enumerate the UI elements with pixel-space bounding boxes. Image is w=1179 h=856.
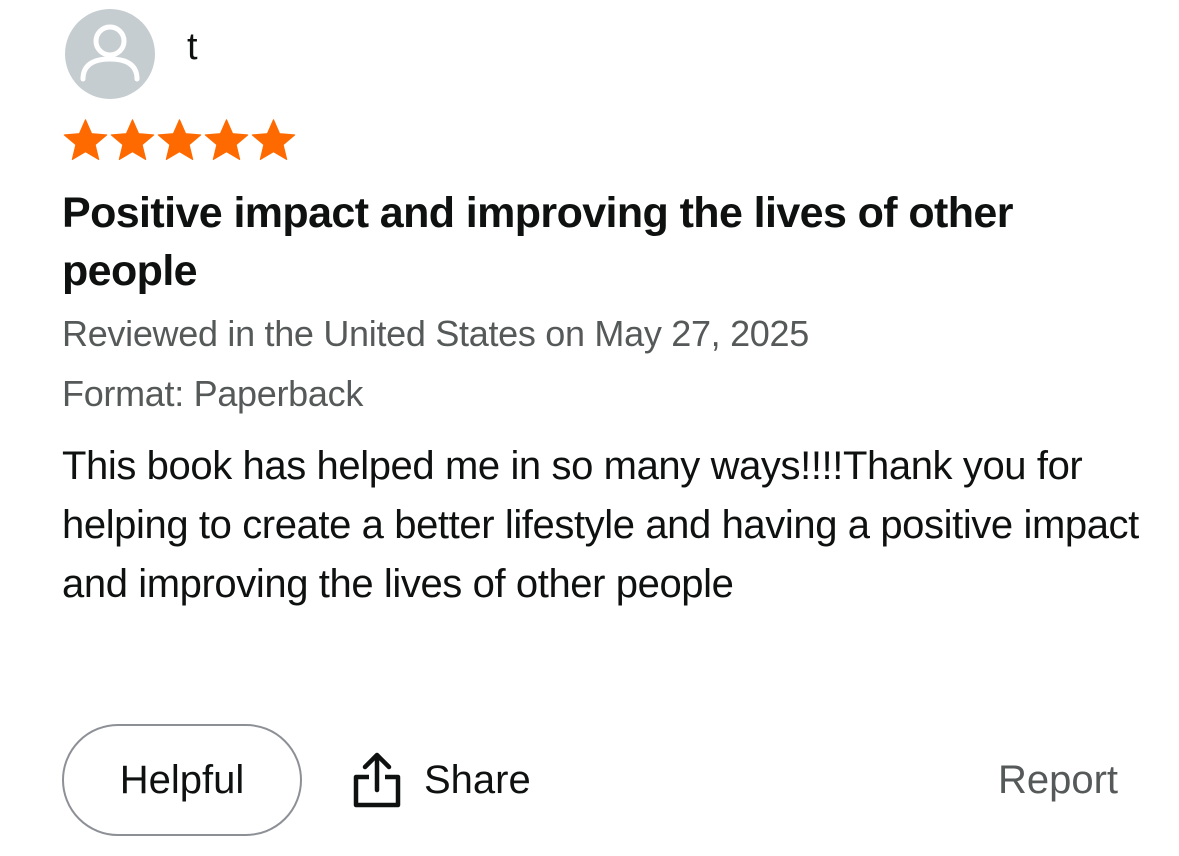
author-name[interactable]: t [187,26,198,69]
star-icon [204,119,249,160]
review-date: Reviewed in the United States on May 27,… [62,313,809,354]
star-icon [110,119,155,160]
review-actions: Helpful Share Report [62,724,1120,838]
share-label: Share [424,757,531,802]
report-link[interactable]: Report [998,724,1118,836]
star-icon [251,119,296,160]
helpful-button[interactable]: Helpful [62,724,302,836]
review-author-row: t [65,8,198,100]
review-body: This book has helped me in so many ways!… [62,444,1139,606]
user-silhouette-icon [80,24,140,82]
review-title[interactable]: Positive impact and improving the lives … [62,184,1122,300]
share-button[interactable]: Share [352,724,531,836]
review-card: t Positive impact and improving the live… [0,0,1179,856]
star-rating [62,117,297,165]
share-icon [353,752,401,808]
star-icon [157,119,202,160]
review-format: Format: Paperback [62,373,364,414]
avatar[interactable] [65,9,155,99]
star-icon [63,119,108,160]
